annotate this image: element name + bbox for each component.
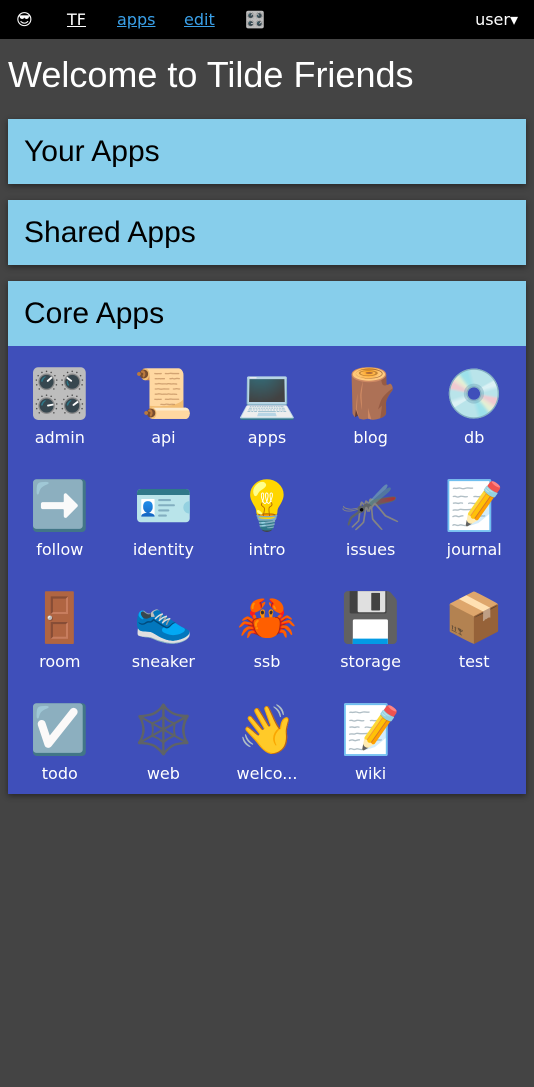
mosquito-icon: 🦟 (340, 478, 401, 534)
app-label: issues (345, 540, 396, 559)
top-navigation-bar: 😎 TF apps edit 🎛️ user▾ (0, 0, 534, 39)
app-label: blog (353, 428, 388, 447)
app-tile-blog[interactable]: 🪵 blog (319, 346, 423, 458)
app-tile-welco[interactable]: 👋 welco... (215, 682, 319, 794)
floppy-disk-icon: 💾 (340, 590, 401, 646)
app-label: test (458, 652, 490, 671)
app-tile-identity[interactable]: 🪪 identity (112, 458, 216, 570)
app-tile-db[interactable]: 💿 db (422, 346, 526, 458)
app-label: ssb (253, 652, 281, 671)
sneaker-icon: 👟 (133, 590, 194, 646)
optical-disc-icon: 💿 (444, 366, 505, 422)
app-label: admin (34, 428, 85, 447)
core-apps-grid: 🎛️ admin 📜 api 💻 apps 🪵 blog 💿 db ➡️ follow 🪪 identit… (8, 346, 526, 794)
app-label: journal (446, 540, 502, 559)
app-tile-api[interactable]: 📜 api (112, 346, 216, 458)
light-bulb-icon: 💡 (237, 478, 297, 534)
edit-link[interactable]: edit (184, 10, 215, 30)
waving-hand-icon: 👋 (237, 702, 297, 758)
apps-link[interactable]: apps (117, 10, 155, 30)
spider-web-icon: 🕸️ (133, 702, 194, 758)
shared-apps-header[interactable]: Shared Apps (8, 200, 526, 265)
app-tile-sneaker[interactable]: 👟 sneaker (112, 570, 216, 682)
app-tile-test[interactable]: 📦 test (422, 570, 526, 682)
app-label: todo (41, 764, 78, 783)
right-arrow-icon: ➡️ (29, 478, 90, 534)
app-label: room (39, 652, 81, 671)
shared-apps-section: Shared Apps (8, 200, 526, 265)
app-tile-room[interactable]: 🚪 room (8, 570, 112, 682)
app-tile-intro[interactable]: 💡 intro (215, 458, 319, 570)
smiling-face-with-sunglasses-icon[interactable]: 😎 (16, 10, 33, 30)
app-label: apps (247, 428, 287, 447)
app-label: wiki (354, 764, 387, 783)
check-box-icon: ☑️ (29, 702, 90, 758)
id-card-icon: 🪪 (133, 478, 194, 534)
brand-link[interactable]: TF (67, 10, 86, 30)
app-label: identity (132, 540, 194, 559)
memo-icon: 📝 (444, 478, 505, 534)
memo-icon: 📝 (340, 702, 401, 758)
app-tile-follow[interactable]: ➡️ follow (8, 458, 112, 570)
app-label: web (146, 764, 180, 783)
crab-icon: 🦀 (237, 590, 297, 646)
wood-log-icon: 🪵 (340, 366, 401, 422)
app-tile-web[interactable]: 🕸️ web (112, 682, 216, 794)
app-label: api (151, 428, 176, 447)
app-tile-todo[interactable]: ☑️ todo (8, 682, 112, 794)
app-tile-apps[interactable]: 💻 apps (215, 346, 319, 458)
app-tile-ssb[interactable]: 🦀 ssb (215, 570, 319, 682)
package-icon: 📦 (444, 590, 505, 646)
app-tile-storage[interactable]: 💾 storage (319, 570, 423, 682)
app-label: intro (248, 540, 286, 559)
your-apps-header[interactable]: Your Apps (8, 119, 526, 184)
app-label: db (464, 428, 485, 447)
core-apps-header[interactable]: Core Apps (8, 281, 526, 346)
page-title: Welcome to Tilde Friends (8, 54, 414, 95)
control-knobs-icon[interactable]: 🎛️ (245, 10, 265, 30)
app-tile-wiki[interactable]: 📝 wiki (319, 682, 423, 794)
app-label: storage (340, 652, 401, 671)
laptop-icon: 💻 (237, 366, 297, 422)
core-apps-section: Core Apps 🎛️ admin 📜 api 💻 apps 🪵 blog 💿 db ➡️ foll… (8, 281, 526, 794)
user-menu[interactable]: user▾ (475, 10, 518, 30)
app-label: sneaker (131, 652, 196, 671)
app-label: welco... (236, 764, 298, 783)
control-knobs-icon: 🎛️ (29, 366, 90, 422)
your-apps-section: Your Apps (8, 119, 526, 184)
app-tile-admin[interactable]: 🎛️ admin (8, 346, 112, 458)
app-tile-journal[interactable]: 📝 journal (422, 458, 526, 570)
scroll-icon: 📜 (133, 366, 194, 422)
door-icon: 🚪 (29, 590, 90, 646)
app-label: follow (36, 540, 84, 559)
app-tile-issues[interactable]: 🦟 issues (319, 458, 423, 570)
